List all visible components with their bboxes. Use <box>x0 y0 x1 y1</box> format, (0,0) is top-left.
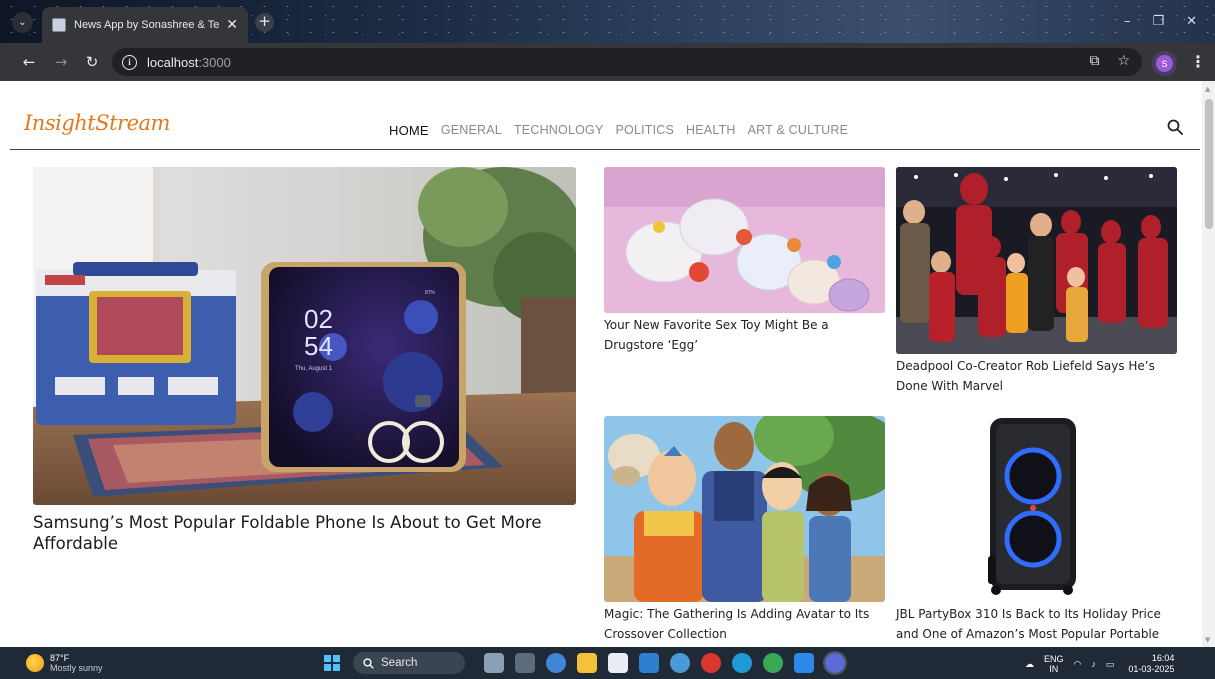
tab-title: News App by Sonashree & Team <box>74 19 221 31</box>
nav-home[interactable]: HOME <box>389 123 429 138</box>
forward-arrow-icon[interactable]: → <box>49 50 73 74</box>
nav-politics[interactable]: POLITICS <box>615 123 674 138</box>
article-image[interactable] <box>604 167 885 313</box>
address-bar[interactable]: i localhost:3000 ⧉ ☆ <box>112 48 1142 76</box>
reload-icon[interactable]: ↻ <box>80 50 104 74</box>
url-host: localhost <box>147 54 199 70</box>
site-logo[interactable]: InsightStream <box>24 111 170 135</box>
minimize-icon[interactable]: – <box>1124 14 1131 29</box>
taskbar-search[interactable]: Search <box>353 652 465 674</box>
browser-toolbar: ← → ↻ i localhost:3000 ⧉ ☆ S ⋮ <box>0 43 1215 81</box>
article-card[interactable]: Deadpool Co-Creator Rob Liefeld Says He’… <box>896 167 1177 396</box>
bookmark-star-icon[interactable]: ☆ <box>1117 53 1130 69</box>
close-window-icon[interactable]: ✕ <box>1186 14 1197 29</box>
article-card[interactable]: JBL PartyBox 310 Is Back to Its Holiday … <box>896 416 1177 644</box>
install-app-icon[interactable]: ⧉ <box>1089 53 1099 69</box>
main-nav: HOME GENERAL TECHNOLOGY POLITICS HEALTH … <box>389 123 848 138</box>
wifi-icon[interactable]: ◠ <box>1074 659 1082 670</box>
featured-article-title[interactable]: Samsung’s Most Popular Foldable Phone Is… <box>33 512 576 554</box>
article-card[interactable]: Magic: The Gathering Is Adding Avatar to… <box>604 416 885 644</box>
mail-icon[interactable] <box>639 653 659 673</box>
nav-health[interactable]: HEALTH <box>686 123 736 138</box>
article-title[interactable]: Your New Favorite Sex Toy Might Be a Dru… <box>604 315 885 355</box>
scroll-thumb[interactable] <box>1205 99 1213 229</box>
language-bottom: IN <box>1049 664 1059 674</box>
system-tray: ☁ ENG IN ◠ ♪ ▭ 16:04 01-03-2025 <box>1025 653 1174 675</box>
article-image[interactable] <box>896 416 1177 602</box>
profile-initial: S <box>1156 55 1173 72</box>
phone-battery: 87% <box>425 290 436 296</box>
phone-clock-hour: 02 <box>304 304 333 334</box>
taskbar-search-label: Search <box>381 657 418 669</box>
edge-icon[interactable] <box>732 653 752 673</box>
taskbar-apps <box>484 651 847 675</box>
chrome-icon[interactable] <box>763 653 783 673</box>
store-icon[interactable] <box>608 653 628 673</box>
file-explorer-icon[interactable] <box>577 653 597 673</box>
site-header: InsightStream HOME GENERAL TECHNOLOGY PO… <box>10 81 1200 150</box>
tab-search-chevron-icon[interactable]: ⌄ <box>12 12 33 33</box>
onedrive-cloud-icon[interactable]: ☁ <box>1025 659 1034 670</box>
window-controls: – ❐ ✕ <box>1124 14 1197 29</box>
nav-general[interactable]: GENERAL <box>441 123 502 138</box>
new-tab-button[interactable]: + <box>255 13 274 32</box>
featured-article-image[interactable]: 02 54 Thu, August 1 87% <box>33 167 576 505</box>
article-title[interactable]: JBL PartyBox 310 Is Back to Its Holiday … <box>896 604 1177 644</box>
tab-active[interactable]: News App by Sonashree & Team ✕ <box>42 7 248 43</box>
system-clock[interactable]: 16:04 01-03-2025 <box>1128 653 1174 675</box>
browser-tab-strip: ⌄ News App by Sonashree & Team ✕ + – ❐ ✕ <box>0 0 1215 43</box>
volume-icon[interactable]: ♪ <box>1091 659 1096 669</box>
task-view-icon[interactable] <box>515 653 535 673</box>
page-scrollbar[interactable]: ▲ ▼ <box>1202 81 1215 647</box>
taskbar-search-icon <box>363 657 374 669</box>
phone-clock-minute: 54 <box>304 331 333 361</box>
weather-widget[interactable]: 87°F Mostly sunny <box>26 653 103 673</box>
nav-art-culture[interactable]: ART & CULTURE <box>748 123 849 138</box>
page-viewport: InsightStream HOME GENERAL TECHNOLOGY PO… <box>0 81 1215 647</box>
phone-date: Thu, August 1 <box>295 366 333 372</box>
chrome-canary-icon[interactable] <box>670 653 690 673</box>
language-top: ENG <box>1044 654 1064 664</box>
nav-technology[interactable]: TECHNOLOGY <box>514 123 604 138</box>
weather-condition: Mostly sunny <box>50 663 103 673</box>
copilot-icon[interactable] <box>546 653 566 673</box>
scroll-up-arrow-icon[interactable]: ▲ <box>1205 85 1210 93</box>
windows-taskbar: 87°F Mostly sunny Search ☁ ENG IN ◠ ♪ ▭ <box>0 647 1215 679</box>
search-icon[interactable] <box>1167 119 1183 135</box>
widgets-icon[interactable] <box>484 653 504 673</box>
chrome-profile-icon[interactable] <box>823 651 847 675</box>
windows-start-icon[interactable] <box>324 655 340 671</box>
language-indicator[interactable]: ENG IN <box>1044 654 1064 674</box>
restore-icon[interactable]: ❐ <box>1152 14 1164 29</box>
back-arrow-icon[interactable]: ← <box>17 50 41 74</box>
article-image[interactable] <box>896 167 1177 354</box>
url-port: :3000 <box>198 54 231 70</box>
article-image[interactable] <box>604 416 885 602</box>
battery-icon[interactable]: ▭ <box>1106 659 1115 670</box>
weather-temperature: 87°F <box>50 653 70 663</box>
article-title[interactable]: Deadpool Co-Creator Rob Liefeld Says He’… <box>896 356 1177 396</box>
profile-avatar[interactable]: S <box>1152 51 1177 76</box>
partly-sunny-icon <box>26 654 44 672</box>
featured-article[interactable]: 02 54 Thu, August 1 87% Samsung’s Most P… <box>33 167 576 554</box>
clock-time: 16:04 <box>1151 653 1175 663</box>
page-favicon-icon <box>52 18 66 32</box>
tab-close-icon[interactable]: ✕ <box>226 17 238 33</box>
article-card[interactable]: Your New Favorite Sex Toy Might Be a Dru… <box>604 167 885 355</box>
more-menu-icon[interactable]: ⋮ <box>1190 52 1206 71</box>
red-app-icon[interactable] <box>701 653 721 673</box>
site-info-icon[interactable]: i <box>122 54 137 70</box>
article-title[interactable]: Magic: The Gathering Is Adding Avatar to… <box>604 604 885 644</box>
scroll-down-arrow-icon[interactable]: ▼ <box>1205 636 1210 644</box>
clock-date: 01-03-2025 <box>1128 664 1175 674</box>
vscode-icon[interactable] <box>794 653 814 673</box>
